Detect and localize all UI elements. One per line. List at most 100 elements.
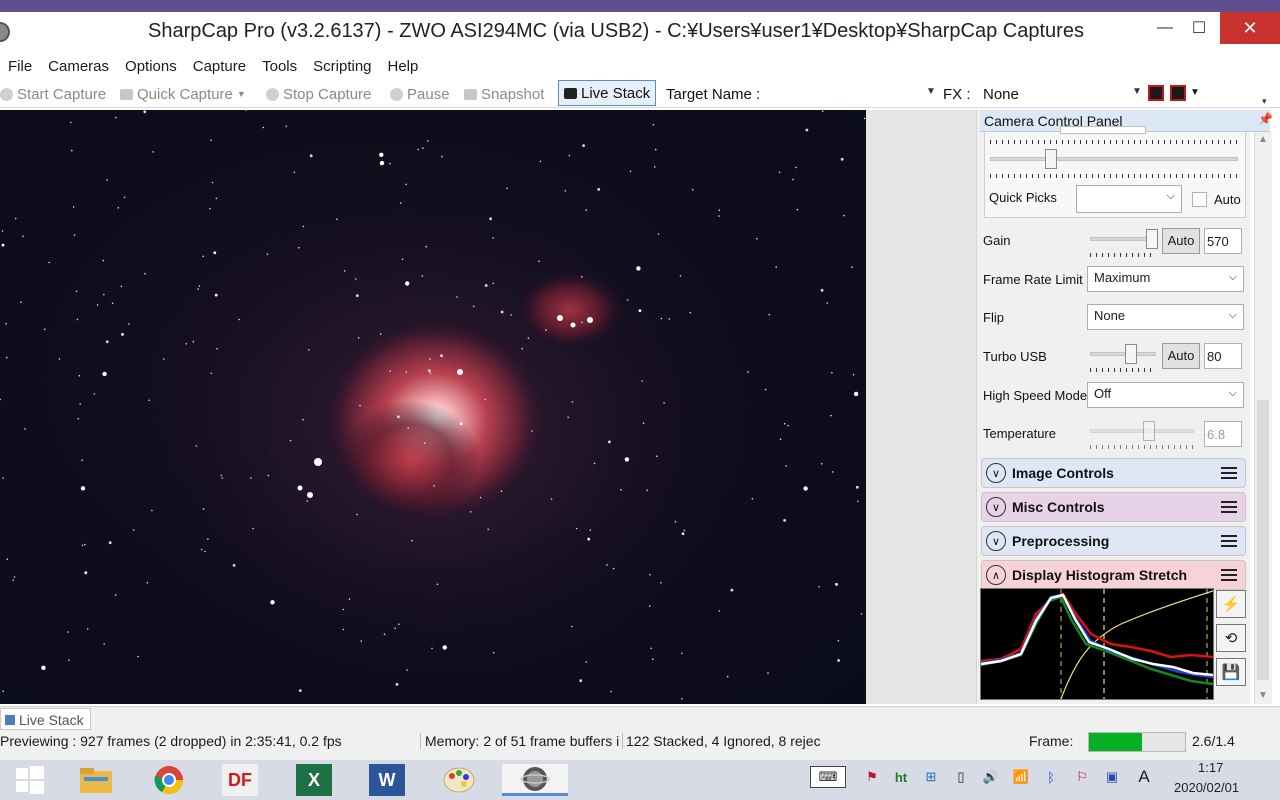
menu-tools[interactable]: Tools (254, 58, 305, 75)
bright-star (570, 322, 576, 328)
tab-live-stack[interactable]: Live Stack (0, 708, 91, 730)
fx-dropdown-icon[interactable]: ▼ (1132, 86, 1142, 97)
ht-tray-icon[interactable]: ht (890, 766, 912, 788)
stop-capture-button[interactable]: Stop Capture (266, 80, 371, 108)
star (487, 528, 490, 531)
auto-stretch-lightning-icon[interactable]: ⚡ (1216, 590, 1246, 618)
image-controls-title: Image Controls (1012, 465, 1114, 481)
star (852, 373, 855, 376)
frame-progress-fill (1089, 733, 1142, 751)
gain-ticks (1090, 253, 1156, 257)
image-controls-section[interactable]: ∨ Image Controls (981, 458, 1246, 488)
exposure-box[interactable] (1060, 126, 1146, 134)
hamburger-menu-icon[interactable] (1221, 467, 1237, 479)
star (805, 128, 809, 132)
reticle-icon[interactable] (1148, 85, 1164, 101)
excel-icon[interactable]: X (296, 764, 332, 796)
start-capture-button[interactable]: Start Capture (0, 80, 106, 108)
star (20, 301, 22, 303)
menu-options[interactable]: Options (117, 58, 185, 75)
ime-icon[interactable]: A (1132, 766, 1156, 788)
display-icon[interactable]: ▣ (1100, 766, 1124, 788)
misc-controls-section[interactable]: ∨ Misc Controls (981, 492, 1246, 522)
turbo-usb-value-input[interactable]: 80 (1204, 343, 1242, 369)
volume-icon[interactable]: 🔊 (980, 766, 1002, 788)
flip-select[interactable]: None ⌵ (1087, 304, 1244, 330)
high-speed-select[interactable]: Off ⌵ (1087, 382, 1244, 408)
reticle-dropdown-icon[interactable]: ▼ (1190, 87, 1200, 98)
reset-stretch-icon[interactable]: ⟲ (1216, 624, 1246, 652)
quick-picks-auto-checkbox[interactable] (1192, 192, 1207, 207)
menu-help[interactable]: Help (380, 58, 427, 75)
star (620, 488, 622, 491)
quick-capture-dropdown-icon[interactable]: ▼ (237, 89, 246, 99)
menu-capture[interactable]: Capture (185, 58, 254, 75)
save-stretch-icon[interactable]: 💾 (1216, 658, 1246, 686)
exposure-slider-track[interactable] (990, 157, 1238, 161)
gain-slider-thumb[interactable] (1146, 229, 1158, 249)
snapshot-button[interactable]: Snapshot (464, 80, 544, 108)
star (309, 154, 313, 158)
star (24, 428, 26, 430)
action-center-flag-icon[interactable]: ⚐ (1070, 766, 1094, 788)
signal-icon[interactable]: 📶 (1010, 766, 1032, 788)
menu-file[interactable]: File (0, 58, 40, 75)
star (427, 140, 429, 142)
live-stack-button[interactable]: Live Stack (558, 80, 657, 106)
df-app-icon[interactable]: DF (222, 764, 258, 796)
star (399, 202, 402, 204)
acrobat-icon[interactable]: ⚑ (862, 766, 882, 788)
quick-picks-select[interactable]: ⌵ (1076, 185, 1182, 213)
hamburger-menu-icon[interactable] (1221, 535, 1237, 547)
histogram-display[interactable] (980, 588, 1214, 700)
exposure-slider-thumb[interactable] (1045, 149, 1057, 169)
preprocessing-section[interactable]: ∨ Preprocessing (981, 526, 1246, 556)
star (820, 463, 823, 465)
network-drive-icon[interactable]: ⊞ (920, 766, 942, 788)
star (484, 398, 487, 401)
folder-icon[interactable] (78, 764, 114, 796)
star (538, 260, 540, 262)
battery-icon[interactable]: ▯ (950, 766, 972, 788)
turbo-usb-slider-thumb[interactable] (1125, 344, 1137, 364)
bluetooth-icon[interactable]: ᛒ (1040, 766, 1062, 788)
paint-icon[interactable] (441, 764, 477, 796)
stop-icon (266, 87, 279, 101)
close-button[interactable]: ✕ (1220, 12, 1280, 44)
star (379, 333, 382, 335)
frame-rate-select[interactable]: Maximum ⌵ (1087, 266, 1244, 292)
reticle-alt-icon[interactable] (1170, 85, 1186, 101)
windows-start-icon[interactable] (12, 764, 48, 796)
turbo-usb-slider-track[interactable] (1090, 352, 1156, 356)
hamburger-menu-icon[interactable] (1221, 501, 1237, 513)
gain-value-input[interactable]: 570 (1204, 228, 1242, 254)
word-icon[interactable]: W (369, 764, 405, 796)
target-name-input[interactable] (778, 82, 938, 106)
chrome-icon[interactable] (151, 764, 187, 796)
star (837, 659, 840, 662)
toolbar-overflow-icon[interactable]: ▾ (1262, 96, 1267, 107)
image-viewer[interactable] (0, 110, 866, 704)
frame-label: Frame: (1029, 733, 1074, 749)
histogram-stretch-section[interactable]: ∧ Display Histogram Stretch (981, 560, 1246, 590)
turbo-usb-auto-button[interactable]: Auto (1162, 343, 1200, 369)
sharpcap-icon[interactable] (502, 764, 568, 796)
gain-auto-button[interactable]: Auto (1162, 228, 1200, 254)
star (397, 415, 400, 419)
clock-date[interactable]: 2020/02/01 (1174, 780, 1239, 795)
scroll-down-icon[interactable]: ▼ (1258, 690, 1268, 701)
hamburger-menu-icon[interactable] (1221, 569, 1237, 581)
maximize-button[interactable]: ☐ (1176, 12, 1222, 44)
pause-button[interactable]: Pause (390, 80, 450, 108)
scroll-thumb[interactable] (1257, 400, 1269, 680)
clock-time[interactable]: 1:17 (1198, 760, 1223, 775)
star (860, 613, 863, 615)
star (425, 245, 428, 248)
keyboard-icon[interactable]: ⌨ (810, 766, 846, 788)
scroll-up-icon[interactable]: ▲ (1258, 134, 1268, 145)
menu-cameras[interactable]: Cameras (40, 58, 117, 75)
quick-capture-button[interactable]: Quick Capture ▼ (120, 80, 246, 108)
pin-icon[interactable]: 📌 (1258, 112, 1273, 126)
target-name-dropdown-icon[interactable]: ▼ (926, 86, 936, 97)
menu-scripting[interactable]: Scripting (305, 58, 379, 75)
